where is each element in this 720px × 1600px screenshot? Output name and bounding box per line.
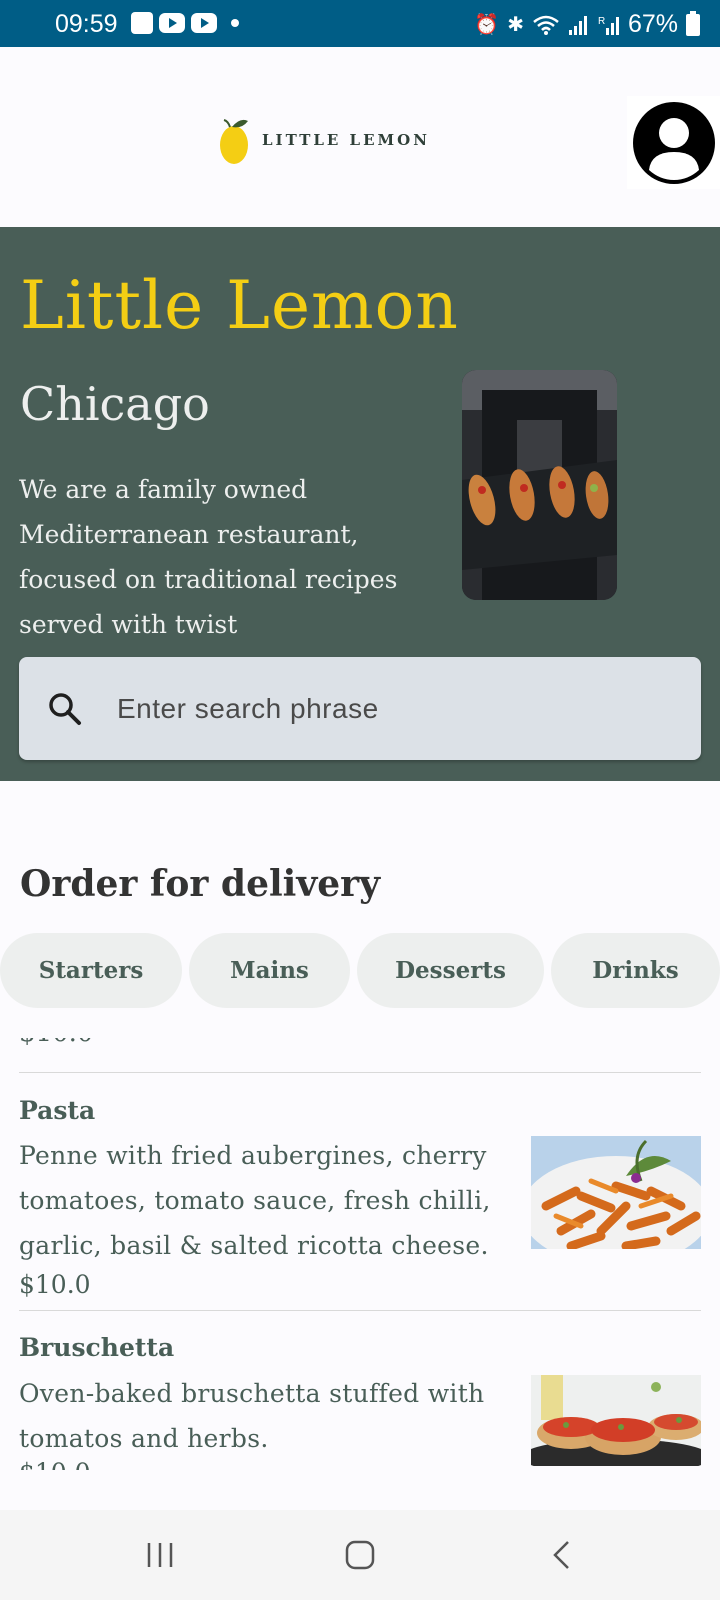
logo-text: LITTLE LEMON bbox=[262, 131, 430, 149]
signal-icon bbox=[568, 15, 587, 35]
signal-roaming-icon: R bbox=[598, 16, 619, 35]
menu-item-price: $10.0 bbox=[19, 1458, 91, 1470]
category-chip-mains[interactable]: Mains bbox=[189, 933, 350, 1008]
recent-apps-icon bbox=[147, 1543, 173, 1567]
more-notifications-icon bbox=[231, 19, 239, 27]
menu-item-description: Penne with fried aubergines, cherry toma… bbox=[19, 1141, 491, 1260]
previous-item-price: $10.0 bbox=[19, 1038, 93, 1048]
menu-item-image bbox=[531, 1136, 701, 1249]
status-bar: 09:59 ⏰ ✱ R 67% bbox=[0, 0, 720, 47]
youtube-icon bbox=[191, 13, 217, 33]
hero-city: Chicago bbox=[20, 377, 210, 431]
hero-image bbox=[462, 370, 617, 600]
gallery-icon bbox=[131, 12, 153, 34]
youtube-icon bbox=[159, 13, 185, 33]
profile-avatar-icon bbox=[632, 101, 715, 184]
home-button[interactable] bbox=[330, 1532, 390, 1578]
svg-text:R: R bbox=[598, 16, 605, 27]
menu-item-description: Oven-baked bruschetta stuffed with tomat… bbox=[19, 1379, 485, 1453]
status-time: 09:59 bbox=[55, 10, 118, 38]
logo: LITTLE LEMON bbox=[218, 115, 430, 165]
system-nav-bar bbox=[0, 1510, 720, 1600]
back-icon bbox=[553, 1541, 569, 1569]
category-chip-starters[interactable]: Starters bbox=[0, 933, 182, 1008]
recent-apps-button[interactable] bbox=[130, 1532, 190, 1578]
menu-list[interactable]: $10.0 Pasta Penne with fried aubergines,… bbox=[0, 1038, 720, 1470]
menu-divider bbox=[19, 1310, 701, 1311]
menu-item-name: Bruschetta bbox=[19, 1333, 175, 1362]
search-icon bbox=[49, 693, 81, 725]
search-input[interactable] bbox=[117, 657, 677, 760]
system-icons: ⏰ ✱ R 67% bbox=[474, 10, 700, 39]
category-chip-drinks[interactable]: Drinks bbox=[551, 933, 720, 1008]
notification-icons bbox=[131, 12, 239, 34]
back-button[interactable] bbox=[532, 1532, 592, 1578]
battery-icon bbox=[686, 10, 700, 36]
home-icon bbox=[345, 1540, 375, 1570]
menu-item-price: $10.0 bbox=[19, 1270, 91, 1299]
hero-section: Little Lemon Chicago We are a family own… bbox=[0, 227, 720, 781]
wifi-icon bbox=[533, 15, 559, 35]
menu-item-name: Pasta bbox=[19, 1096, 96, 1125]
profile-button[interactable] bbox=[627, 96, 720, 189]
menu-divider bbox=[19, 1072, 701, 1073]
hero-description: We are a family owned Mediterranean rest… bbox=[19, 475, 398, 639]
search-box[interactable] bbox=[19, 657, 701, 760]
category-chip-desserts[interactable]: Desserts bbox=[357, 933, 544, 1008]
hero-title: Little Lemon bbox=[20, 267, 459, 344]
battery-percent: 67% bbox=[627, 10, 678, 38]
app-header: LITTLE LEMON bbox=[0, 47, 720, 227]
order-title: Order for delivery bbox=[20, 863, 381, 905]
lemon-logo-icon bbox=[220, 119, 248, 164]
menu-item-image bbox=[531, 1375, 701, 1466]
bluetooth-icon: ✱ bbox=[507, 14, 524, 36]
alarm-icon: ⏰ bbox=[474, 14, 500, 36]
